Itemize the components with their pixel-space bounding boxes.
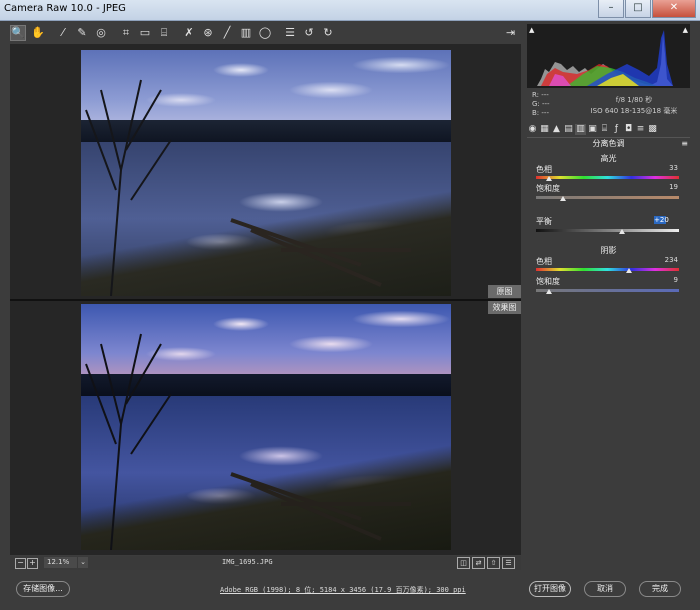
adjustment-brush-tool-icon[interactable]: ╱: [220, 26, 234, 40]
copy-settings-icon[interactable]: ⇧: [487, 557, 500, 569]
status-bar: − + 12.1% ⌄ IMG_1695.JPG ◫ ⇄ ⇧ ☰: [10, 556, 521, 570]
transform-tab-icon[interactable]: ⌸: [599, 124, 610, 135]
red-eye-tool-icon[interactable]: ⊛: [201, 26, 215, 40]
camera-info: R: --- G: --- B: --- f/8 1/80 秒 ISO 640 …: [527, 89, 690, 119]
highlight-saturation-value[interactable]: 19: [646, 183, 678, 191]
cancel-button[interactable]: 取消: [584, 581, 626, 597]
shadow-saturation-label: 饱和度: [536, 277, 560, 286]
tone-curve-tab-icon[interactable]: ▦: [539, 124, 550, 135]
file-name: IMG_1695.JPG: [222, 558, 273, 566]
shadow-hue-label: 色相: [536, 257, 552, 266]
green-readout: G: ---: [532, 100, 550, 108]
lens-corrections-tab-icon[interactable]: ▣: [587, 124, 598, 135]
after-view-label[interactable]: 效果图: [488, 301, 521, 314]
close-button[interactable]: ✕: [652, 0, 696, 18]
panel-title-text: 分离色调: [592, 139, 625, 148]
before-view-label[interactable]: 原图: [488, 285, 521, 298]
graduated-filter-tool-icon[interactable]: ▥: [239, 26, 253, 40]
red-readout: R: ---: [532, 91, 549, 99]
window-title: Camera Raw 10.0 - JPEG: [4, 3, 126, 14]
histogram-graph: [537, 30, 673, 86]
histogram: ▲ ▲: [527, 24, 690, 88]
toggle-settings-icon[interactable]: ☰: [502, 557, 515, 569]
zoom-in-button[interactable]: +: [27, 558, 38, 569]
before-after-view-icon[interactable]: ◫: [457, 557, 470, 569]
highlight-hue-value[interactable]: 33: [646, 164, 678, 172]
targeted-adjustment-tool-icon[interactable]: ◎: [94, 26, 108, 40]
effects-tab-icon[interactable]: ƒ: [611, 124, 622, 135]
after-photo: [81, 304, 451, 550]
white-balance-tool-icon[interactable]: ⁄: [56, 26, 70, 40]
color-sampler-tool-icon[interactable]: ✎: [75, 26, 89, 40]
highlights-heading: 高光: [600, 154, 617, 163]
iso-lens-info: ISO 640 18-135@18 毫米: [590, 107, 678, 115]
done-button[interactable]: 完成: [639, 581, 681, 597]
zoom-tool-icon[interactable]: 🔍: [10, 25, 26, 41]
straighten-tool-icon[interactable]: ▭: [138, 26, 152, 40]
shadow-saturation-thumb[interactable]: [545, 289, 552, 294]
preview-panel: 原图 效果图: [10, 44, 521, 555]
maximize-button[interactable]: □: [625, 0, 651, 18]
transform-tool-icon[interactable]: ⌸: [157, 26, 171, 40]
save-image-button[interactable]: 存储图像...: [16, 581, 70, 597]
shadow-hue-value[interactable]: 234: [646, 256, 678, 264]
balance-thumb[interactable]: [618, 229, 625, 234]
presets-tab-icon[interactable]: ≡: [635, 124, 646, 135]
balance-slider[interactable]: [536, 229, 679, 232]
highlight-hue-slider[interactable]: [536, 176, 679, 179]
preferences-icon[interactable]: ☰: [283, 26, 297, 40]
open-preferences-icon[interactable]: ⇥: [506, 26, 520, 39]
balance-label: 平衡: [536, 217, 552, 226]
before-tree-branches: [85, 79, 411, 296]
toolbar: 🔍 ✋ ⁄ ✎ ◎ ⌗ ▭ ⌸ ✗ ⊛ ╱ ▥ ◯ ☰ ↺ ↻: [10, 24, 520, 42]
hsl-tab-icon[interactable]: ▤: [563, 124, 574, 135]
spot-removal-tool-icon[interactable]: ✗: [182, 26, 196, 40]
highlight-saturation-label: 饱和度: [536, 184, 560, 193]
panel-menu-icon[interactable]: ≡: [681, 138, 688, 150]
panel-tabs: ◉ ▦ ▲ ▤ ▥ ▣ ⌸ ƒ ◘ ≡ ▩: [527, 122, 690, 136]
balance-value[interactable]: +20: [654, 216, 669, 224]
crop-tool-icon[interactable]: ⌗: [119, 26, 133, 40]
shadow-hue-thumb[interactable]: [625, 268, 632, 273]
hand-tool-icon[interactable]: ✋: [31, 26, 45, 40]
panel-title: 分离色调 ≡: [527, 137, 690, 150]
after-tree-branches: [85, 333, 411, 550]
shadow-hue-slider[interactable]: [536, 268, 679, 271]
title-bar: Camera Raw 10.0 - JPEG – □ ✕: [0, 0, 700, 21]
highlight-hue-label: 色相: [536, 165, 552, 174]
workflow-options-link[interactable]: Adobe RGB (1998); 8 位; 5184 x 3456 (17.9…: [220, 585, 466, 595]
split-toning-tab-icon[interactable]: ▥: [575, 123, 586, 135]
zoom-level[interactable]: 12.1%: [44, 557, 77, 568]
minimize-button[interactable]: –: [598, 0, 624, 18]
swap-settings-icon[interactable]: ⇄: [472, 557, 485, 569]
shadow-saturation-slider[interactable]: [536, 289, 679, 292]
shadow-saturation-value[interactable]: 9: [646, 276, 678, 284]
rotate-cw-icon[interactable]: ↻: [321, 26, 335, 40]
highlight-hue-thumb[interactable]: [545, 176, 552, 181]
snapshots-tab-icon[interactable]: ▩: [647, 124, 658, 135]
detail-tab-icon[interactable]: ▲: [551, 124, 562, 135]
split-divider: [10, 299, 521, 301]
camera-calibration-tab-icon[interactable]: ◘: [623, 124, 634, 135]
exposure-info: f/8 1/80 秒: [615, 96, 653, 104]
blue-readout: B: ---: [532, 109, 549, 117]
zoom-out-button[interactable]: −: [15, 558, 26, 569]
basic-tab-icon[interactable]: ◉: [527, 124, 538, 135]
highlight-saturation-slider[interactable]: [536, 196, 679, 199]
highlight-saturation-thumb[interactable]: [560, 196, 567, 201]
shadows-heading: 阴影: [600, 246, 617, 255]
zoom-dropdown-icon[interactable]: ⌄: [78, 557, 88, 568]
radial-filter-tool-icon[interactable]: ◯: [258, 26, 272, 40]
before-photo: [81, 50, 451, 296]
open-image-button[interactable]: 打开图像: [529, 581, 571, 597]
rotate-ccw-icon[interactable]: ↺: [302, 26, 316, 40]
